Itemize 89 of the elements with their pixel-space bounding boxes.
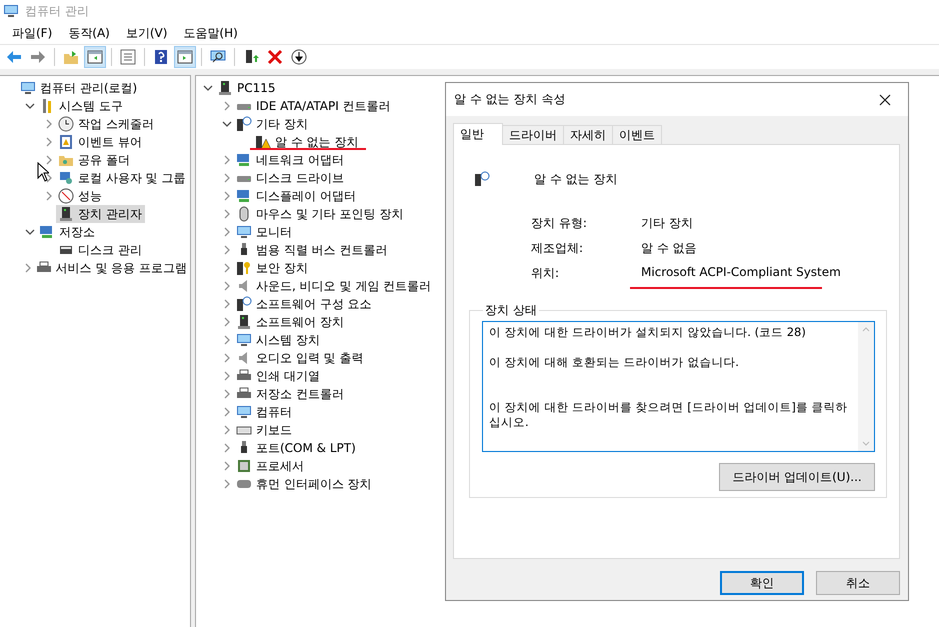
- tree-item[interactable]: 마우스 및 기타 포인팅 장치: [234, 205, 406, 223]
- tree-item[interactable]: 시스템 장치: [234, 331, 323, 349]
- toolbar-button[interactable]: [84, 46, 106, 68]
- tree-item[interactable]: 소프트웨어 구성 요소: [234, 295, 375, 313]
- tab[interactable]: 일반: [453, 123, 503, 145]
- device-icon: [236, 296, 252, 312]
- monitor-search-icon: [210, 49, 226, 65]
- log-book-icon: [58, 134, 74, 150]
- tree-item[interactable]: 서비스 및 응용 프로그램: [34, 259, 190, 277]
- tree-item[interactable]: 인쇄 대기열: [234, 367, 323, 385]
- tree-item[interactable]: 범용 직렬 버스 컨트롤러: [234, 241, 390, 259]
- pane-icon: [87, 49, 103, 65]
- list-window-icon: [120, 49, 136, 65]
- tree-item[interactable]: 저장소 컨트롤러: [234, 385, 347, 403]
- tree-item[interactable]: 휴먼 인터페이스 장치: [234, 475, 375, 493]
- scroll-down-icon[interactable]: [862, 441, 870, 447]
- tree-item[interactable]: 모니터: [234, 223, 295, 241]
- menu-item[interactable]: 보기(V): [118, 22, 176, 44]
- property-label: 위치:: [531, 265, 560, 282]
- tree-item[interactable]: 기타 장치: [234, 115, 311, 133]
- folder-up-icon: [63, 49, 79, 65]
- device-icon: [236, 314, 252, 330]
- tree-item[interactable]: 장치 관리자: [56, 205, 145, 223]
- property-value: 알 수 없음: [641, 240, 697, 257]
- window-title: 컴퓨터 관리: [25, 2, 89, 20]
- tree-item[interactable]: 오디오 입력 및 출력: [234, 349, 366, 367]
- tree-item[interactable]: 보안 장치: [234, 259, 311, 277]
- tree-item[interactable]: 포트(COM & LPT): [234, 439, 359, 457]
- menu-item[interactable]: 동작(A): [60, 22, 118, 44]
- forward-arrow-icon: [30, 49, 46, 65]
- system-icon: [236, 332, 252, 348]
- computer-device-icon: [217, 80, 233, 96]
- tree-item[interactable]: 사운드, 비디오 및 게임 컨트롤러: [234, 277, 434, 295]
- tree-item[interactable]: 성능: [56, 187, 105, 205]
- tab[interactable]: 이벤트: [612, 125, 662, 145]
- display-icon: [236, 188, 252, 204]
- dialog-title: 알 수 없는 장치 속성: [454, 91, 566, 108]
- menu-item[interactable]: 도움말(H): [175, 22, 246, 44]
- device-name: 알 수 없는 장치: [534, 170, 618, 188]
- tree-item[interactable]: 공유 폴더: [56, 151, 133, 169]
- tree-item[interactable]: 저장소: [37, 223, 98, 241]
- monitor-icon: [236, 404, 252, 420]
- tree-item[interactable]: 네트워크 어댑터: [234, 151, 347, 169]
- tree-item[interactable]: 소프트웨어 장치: [234, 313, 347, 331]
- delete-x-icon: [267, 49, 283, 65]
- close-icon: [879, 94, 891, 106]
- property-label: 제조업체:: [531, 240, 584, 257]
- down-arrow-circle-icon: [291, 49, 307, 65]
- tree-item[interactable]: PC115: [215, 79, 279, 97]
- status-text-field[interactable]: 이 장치에 대한 드라이버가 설치되지 않았습니다. (코드 28) 이 장치에 대해 호환되는 드라이버가 없습니다. 이 장치에 대한 드라이버를 찾으려면 [드라이버 업데이트]를 클릭하십시오.: [482, 321, 875, 452]
- help-icon: [153, 49, 169, 65]
- computer-icon: [3, 3, 19, 19]
- dialog-button[interactable]: 취소: [816, 571, 900, 595]
- tree-item[interactable]: 디스크 관리: [56, 241, 145, 259]
- device-icon: [58, 206, 74, 222]
- computer-icon: [20, 80, 36, 96]
- key-device-icon: [236, 260, 252, 276]
- tree-item[interactable]: 컴퓨터: [234, 403, 295, 421]
- question-device-icon: [474, 171, 490, 187]
- tree-item[interactable]: 작업 스케줄러: [56, 115, 157, 133]
- clock-icon: [58, 116, 74, 132]
- tree-item[interactable]: 디스플레이 어댑터: [234, 187, 359, 205]
- network-icon: [236, 152, 252, 168]
- tree-item[interactable]: 이벤트 뷰어: [56, 133, 145, 151]
- tree-item[interactable]: 시스템 도구: [37, 97, 126, 115]
- scroll-up-icon[interactable]: [862, 326, 870, 332]
- users-icon: [58, 170, 74, 186]
- tree-item[interactable]: 디스크 드라이브: [234, 169, 347, 187]
- tree-item[interactable]: 프로세서: [234, 457, 307, 475]
- monitor-icon: [236, 224, 252, 240]
- tree-item[interactable]: 컴퓨터 관리(로컬): [18, 79, 140, 97]
- back-arrow-icon: [6, 49, 22, 65]
- update-driver-button[interactable]: 드라이버 업데이트(U)...: [719, 463, 875, 491]
- gauge-icon: [58, 188, 74, 204]
- menu-item[interactable]: 파일(F): [4, 22, 60, 44]
- tree-item[interactable]: 로컬 사용자 및 그룹: [56, 169, 188, 187]
- group-title: 장치 상태: [484, 302, 538, 319]
- chip-icon: [236, 458, 252, 474]
- mouse-cursor-icon: [37, 162, 49, 182]
- dialog-button[interactable]: 확인: [720, 571, 804, 595]
- question-device-icon: [236, 116, 252, 132]
- pane-icon: [177, 49, 193, 65]
- property-value: Microsoft ACPI-Compliant System: [641, 265, 841, 281]
- tree-item[interactable]: 키보드: [234, 421, 295, 439]
- device-install-icon: [243, 49, 259, 65]
- property-label: 장치 유형:: [531, 215, 588, 232]
- tree-item[interactable]: IDE ATA/ATAPI 컨트롤러: [234, 97, 394, 115]
- toolbar-button[interactable]: [174, 46, 196, 68]
- property-value: 기타 장치: [641, 215, 693, 232]
